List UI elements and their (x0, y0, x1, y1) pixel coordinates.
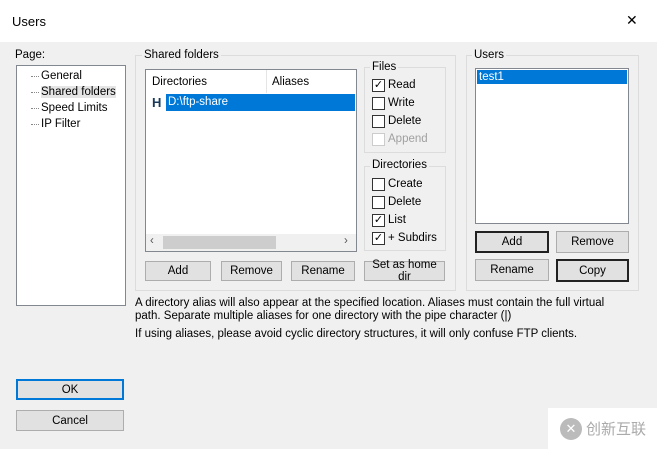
users-label: Users (472, 49, 507, 62)
dirs-checkbox-create[interactable]: Create (372, 176, 437, 192)
tree-item-ip-filter[interactable]: IP Filter (17, 116, 125, 132)
column-directories[interactable]: Directories (152, 76, 207, 88)
checkbox-label: Create (388, 178, 423, 190)
checkbox-icon[interactable]: ✓ (372, 231, 385, 245)
checkbox-icon[interactable] (372, 96, 385, 110)
dirs-checkbox-subdirs[interactable]: ✓ + Subdirs (372, 230, 437, 246)
watermark-text: 创新互联 (586, 421, 647, 438)
scroll-thumb[interactable] (163, 236, 276, 249)
checkbox-label: + Subdirs (388, 232, 437, 244)
shared-folders-label: Shared folders (142, 49, 221, 62)
files-checkbox-read[interactable]: ✓ Read (372, 77, 428, 93)
title-bar (0, 0, 657, 42)
set-home-dir-button[interactable]: Set as home dir (364, 259, 445, 283)
checkbox-label: List (388, 214, 406, 226)
checkbox-label: Read (388, 79, 416, 91)
page-label: Page: (15, 49, 46, 61)
scroll-left-icon[interactable]: ‹ (150, 235, 154, 247)
tree-item-speed-limits[interactable]: Speed Limits (17, 100, 125, 116)
files-checkbox-delete[interactable]: Delete (372, 113, 428, 129)
checkbox-label: Delete (388, 115, 422, 127)
checkbox-icon[interactable] (372, 177, 385, 191)
dirs-checkbox-list[interactable]: ✓ List (372, 212, 437, 228)
close-icon[interactable]: ✕ (626, 12, 638, 29)
files-label: Files (370, 61, 399, 74)
checkbox-icon[interactable] (372, 114, 385, 128)
add-directory-button[interactable]: Add (145, 261, 211, 281)
rename-user-button[interactable]: Rename (475, 259, 549, 281)
ok-button[interactable]: OK (16, 379, 124, 400)
info-line: If using aliases, please avoid cyclic di… (135, 328, 578, 340)
directories-list[interactable]: Directories Aliases H D:\ftp-share ‹ › (145, 69, 357, 252)
rename-directory-button[interactable]: Rename (291, 261, 355, 281)
window-title: Users (12, 14, 46, 29)
add-user-button[interactable]: Add (475, 231, 549, 253)
checkbox-icon[interactable] (372, 132, 385, 146)
checkbox-label: Delete (388, 196, 422, 208)
scroll-right-icon[interactable]: › (344, 235, 348, 247)
copy-user-button[interactable]: Copy (556, 259, 629, 282)
remove-directory-button[interactable]: Remove (221, 261, 282, 281)
info-line: path. Separate multiple aliases for one … (135, 310, 512, 322)
checkbox-icon[interactable] (372, 195, 385, 209)
checkbox-label: Append (388, 133, 428, 145)
tree-item-label: Shared folders (41, 86, 116, 98)
remove-user-button[interactable]: Remove (556, 231, 629, 253)
horizontal-scrollbar[interactable]: ‹ › (146, 234, 356, 251)
directories-label: Directories (370, 159, 429, 172)
watermark-logo: ✕ 创新互联 (548, 408, 657, 449)
user-item[interactable]: test1 (477, 70, 627, 84)
column-aliases[interactable]: Aliases (272, 76, 309, 88)
directory-row[interactable]: D:\ftp-share (166, 94, 355, 111)
checkbox-label: Write (388, 97, 415, 109)
cancel-button[interactable]: Cancel (16, 410, 124, 431)
dirs-checkbox-delete[interactable]: Delete (372, 194, 437, 210)
users-list[interactable]: test1 (475, 68, 629, 224)
info-line: A directory alias will also appear at th… (135, 297, 605, 309)
checkbox-icon[interactable]: ✓ (372, 78, 385, 92)
home-dir-flag: H (152, 95, 162, 110)
page-tree[interactable]: General Shared folders Speed Limits IP F… (16, 65, 126, 306)
files-checkbox-write[interactable]: Write (372, 95, 428, 111)
info-text: A directory alias will also appear at th… (135, 297, 604, 341)
files-checkbox-append: Append (372, 131, 428, 147)
checkbox-icon[interactable]: ✓ (372, 213, 385, 227)
tree-item-shared-folders[interactable]: Shared folders (17, 84, 125, 100)
tree-item-general[interactable]: General (17, 68, 125, 84)
